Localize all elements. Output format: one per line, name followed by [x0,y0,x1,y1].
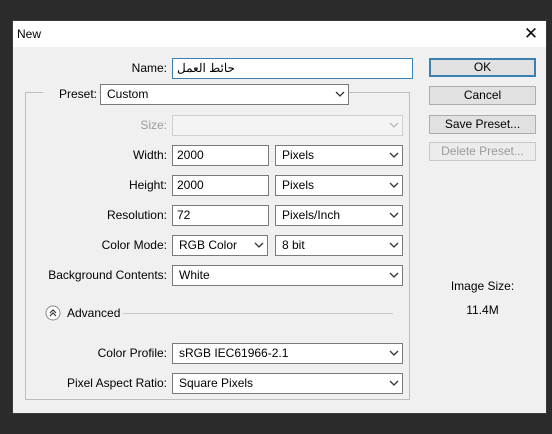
chevron-down-icon [389,121,399,129]
resolution-unit-select[interactable]: Pixels/Inch [275,205,403,226]
chevron-down-icon [389,211,399,219]
resolution-input[interactable]: 72 [172,205,269,226]
pixel-aspect-ratio-value: Square Pixels [179,376,254,390]
name-input[interactable]: حائط العمل [172,58,413,79]
chevron-down-icon [389,349,399,357]
chevron-down-icon [389,271,399,279]
background-contents-select[interactable]: White [172,265,403,286]
delete-preset-button: Delete Preset... [429,142,536,161]
width-label: Width: [132,148,167,162]
name-label: Name: [131,61,167,75]
preset-select[interactable]: Custom [100,84,349,105]
height-unit-select[interactable]: Pixels [275,175,403,196]
color-mode-label: Color Mode: [101,238,167,252]
width-unit-value: Pixels [282,148,315,162]
preset-label: Preset: [43,87,99,101]
color-profile-label: Color Profile: [97,346,167,360]
preset-value: Custom [107,87,149,101]
height-unit-value: Pixels [282,178,315,192]
pixel-aspect-ratio-select[interactable]: Square Pixels [172,373,403,394]
chevron-down-icon [389,151,399,159]
chevron-down-icon [389,379,399,387]
chevron-down-icon [389,181,399,189]
color-mode-select[interactable]: RGB Color [172,235,268,256]
resolution-unit-value: Pixels/Inch [282,208,341,222]
width-unit-select[interactable]: Pixels [275,145,403,166]
save-preset-button[interactable]: Save Preset... [429,115,536,134]
collapse-up-icon[interactable] [45,305,61,321]
width-input[interactable]: 2000 [172,145,269,166]
cancel-button[interactable]: Cancel [429,86,536,105]
height-label: Height: [128,178,167,192]
size-select [172,115,403,136]
background-contents-value: White [179,268,210,282]
ok-button[interactable]: OK [429,58,536,77]
resolution-label: Resolution: [106,208,167,222]
image-size-label: Image Size: [450,279,515,293]
pixel-aspect-ratio-label: Pixel Aspect Ratio: [66,376,167,390]
advanced-label: Advanced [67,306,121,320]
advanced-divider [123,313,393,314]
color-profile-select[interactable]: sRGB IEC61966-2.1 [172,343,403,364]
title-bar: New ✕ [13,21,546,47]
bit-depth-select[interactable]: 8 bit [275,235,403,256]
color-profile-value: sRGB IEC61966-2.1 [179,346,289,360]
height-input[interactable]: 2000 [172,175,269,196]
chevron-down-icon [389,241,399,249]
new-document-dialog: New ✕ Name: حائط العمل Preset: Custom Si… [12,20,547,414]
chevron-down-icon [335,90,345,98]
bit-depth-value: 8 bit [282,238,305,252]
chevron-down-icon [254,241,264,249]
close-icon[interactable]: ✕ [522,25,540,43]
dialog-title: New [17,27,42,41]
image-size-value: 11.4M [466,303,499,317]
color-mode-value: RGB Color [179,238,238,252]
size-label: Size: [140,118,167,132]
background-contents-label: Background Contents: [48,268,167,282]
